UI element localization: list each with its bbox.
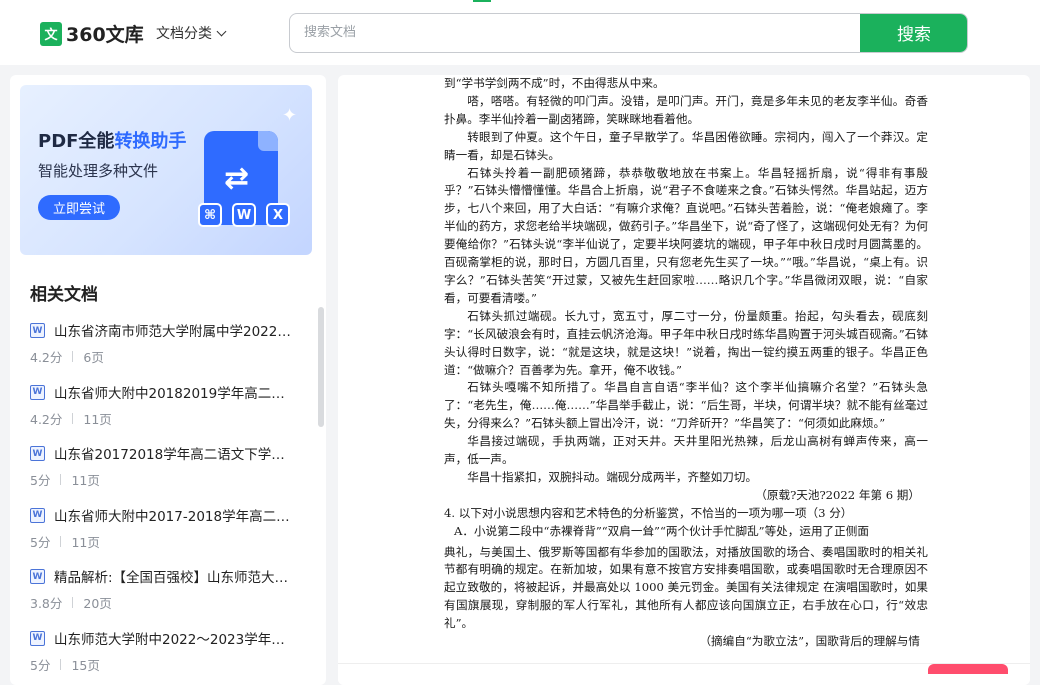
sidebar-scrollbar[interactable] [318, 307, 324, 427]
document-paragraph: 石钵头拎着一副肥硕猪蹄，恭恭敬敬地放在书案上。华昌轻摇折扇，说“得非有事殷乎？”… [444, 165, 928, 308]
document-paragraph: 石钵头嘎嘴不知所措了。华昌自言自语“李半仙？这个李半仙搞嘛介名堂？”石钵头急了：… [444, 379, 928, 433]
divider [60, 474, 61, 485]
swap-arrows-icon: ⇄ [224, 161, 249, 196]
list-item[interactable]: W 精品解析:【全国百强校】山东师范大… 3.8分 20页 [30, 566, 306, 628]
doc-score: 5分 [30, 470, 50, 489]
document-paragraph: 华昌十指紧扣，双腕抖动。端砚分成两半，齐整如刀切。 [444, 469, 928, 487]
word-doc-icon: W [30, 323, 45, 338]
doc-pages: 20页 [83, 593, 111, 612]
doc-title[interactable]: 精品解析:【全国百强校】山东师范大… [54, 566, 300, 586]
doc-meta: 4.2分 11页 [30, 409, 112, 428]
document-viewer: 到“学书学剑两不成”时，不由得悲从中来。嗒，嗒嗒。有轻微的叩门声。没错，是叩门声… [338, 75, 1030, 685]
doc-title[interactable]: 山东省师大附中20182019学年高二… [54, 382, 300, 402]
doc-score: 4.2分 [30, 347, 62, 366]
word-doc-icon: W [30, 569, 45, 584]
divider [60, 659, 61, 670]
excel-icon: X [266, 203, 290, 227]
doc-meta: 5分 15页 [30, 655, 100, 674]
list-item[interactable]: W 山东师范大学附中2022～2023学年… 5分 15页 [30, 628, 306, 685]
list-item[interactable]: W 山东省济南市师范大学附属中学2022… 4.2分 6页 [30, 320, 306, 382]
logo-mark-icon: 文 [40, 22, 62, 46]
divider [72, 413, 73, 424]
doc-pages: 6页 [83, 347, 103, 366]
doc-pages: 11页 [71, 532, 99, 551]
search-button[interactable]: 搜索 [860, 13, 968, 53]
word-doc-icon: W [30, 446, 45, 461]
document-paragraph: A．小说第二段中“赤裸脊背”“双肩一耸”“两个伙计手忙脚乱”等处，运用了正侧面 [444, 523, 928, 541]
sidebar: ✦ PDF全能转换助手 智能处理多种文件 立即尝试 ⇄ ⌘ W X 相关文档 W… [10, 75, 326, 685]
document-paragraph: 嗒，嗒嗒。有轻微的叩门声。没错，是叩门声。开门，竟是多年未见的老友李半仙。奇香扑… [444, 93, 928, 129]
doc-pages: 11页 [71, 470, 99, 489]
pdf-icon: ⌘ [198, 203, 222, 227]
try-now-button[interactable]: 立即尝试 [38, 195, 120, 220]
related-docs-list: W 山东省济南市师范大学附属中学2022… 4.2分 6页 W 山东省师大附中20… [30, 320, 306, 685]
doc-score: 4.2分 [30, 409, 62, 428]
doc-pages: 15页 [71, 655, 99, 674]
list-item[interactable]: W 山东省师大附中2017-2018学年高二… 5分 11页 [30, 505, 306, 567]
bottom-toolbar [338, 663, 1030, 685]
document-paragraph: 转眼到了仲夏。这个午日，童子早散学了。华昌困倦欲睡。宗祠内，闯入了一个莽汉。定睛… [444, 129, 928, 165]
pdf-converter-banner[interactable]: ✦ PDF全能转换助手 智能处理多种文件 立即尝试 ⇄ ⌘ W X [20, 85, 312, 255]
category-menu-label: 文档分类 [156, 23, 212, 43]
banner-title-highlight: 转换助手 [114, 131, 186, 152]
search-input[interactable] [290, 14, 862, 51]
doc-meta: 4.2分 6页 [30, 347, 104, 366]
document-paragraph: （原载?天池?2022 年第 6 期） [444, 487, 928, 505]
word-doc-icon: W [30, 385, 45, 400]
doc-title[interactable]: 山东师范大学附中2022～2023学年… [54, 628, 300, 648]
search-box: 搜索 [289, 13, 968, 53]
list-item[interactable]: W 山东省20172018学年高二语文下学… 5分 11页 [30, 443, 306, 505]
word-doc-icon: W [30, 631, 45, 646]
document-paragraph: 4. 以下对小说思想内容和艺术特色的分析鉴赏，不恰当的一项为哪一项（3 分） [444, 505, 928, 523]
document-page: 到“学书学剑两不成”时，不由得悲从中来。嗒，嗒嗒。有轻微的叩门声。没错，是叩门声… [444, 75, 928, 651]
doc-meta: 5分 11页 [30, 532, 100, 551]
divider [72, 597, 73, 608]
doc-meta: 3.8分 20页 [30, 593, 112, 612]
category-menu[interactable]: 文档分类 [156, 23, 225, 43]
doc-meta: 5分 11页 [30, 470, 100, 489]
document-paragraph: 石钵头抓过端砚。长九寸，宽五寸，厚二寸一分，份量颇重。抬起，勾头看去，砚底刻字：… [444, 308, 928, 380]
doc-title[interactable]: 山东省20172018学年高二语文下学… [54, 443, 300, 463]
sparkle-icon: ✦ [282, 105, 297, 126]
site-logo[interactable]: 文 360文库 [40, 20, 144, 47]
related-docs-heading: 相关文档 [30, 280, 98, 305]
doc-score: 5分 [30, 655, 50, 674]
chevron-down-icon [217, 26, 227, 36]
list-item[interactable]: W 山东省师大附中20182019学年高二… 4.2分 11页 [30, 382, 306, 444]
document-paragraph: 典礼，与美国土、俄罗斯等国都有华参加的国歌法，对播放国歌的场合、奏唱国歌时的相关… [444, 544, 928, 634]
divider [60, 536, 61, 547]
banner-subtitle: 智能处理多种文件 [38, 160, 158, 181]
top-header: 文 360文库 文档分类 搜索 [0, 0, 1040, 65]
banner-title-part: PDF全能 [38, 131, 114, 152]
logo-text: 360文库 [66, 20, 144, 47]
divider [72, 351, 73, 362]
header-accent-line [473, 0, 491, 2]
doc-title[interactable]: 山东省师大附中2017-2018学年高二… [54, 505, 300, 525]
word-doc-icon: W [30, 508, 45, 523]
banner-title: PDF全能转换助手 [38, 127, 186, 153]
document-paragraph: 华昌接过端砚，手执两端，正对天井。天井里阳光热辣，后龙山高树有蝉声传来，高一声，… [444, 433, 928, 469]
document-paragraph: 到“学书学剑两不成”时，不由得悲从中来。 [444, 75, 928, 93]
doc-score: 3.8分 [30, 593, 62, 612]
doc-score: 5分 [30, 532, 50, 551]
doc-pages: 11页 [83, 409, 111, 428]
doc-title[interactable]: 山东省济南市师范大学附属中学2022… [54, 320, 300, 340]
word-icon: W [232, 203, 256, 227]
document-paragraph: （摘编自“为歌立法”，国歌背后的理解与情 [444, 633, 928, 651]
document-fold-icon [258, 131, 278, 151]
